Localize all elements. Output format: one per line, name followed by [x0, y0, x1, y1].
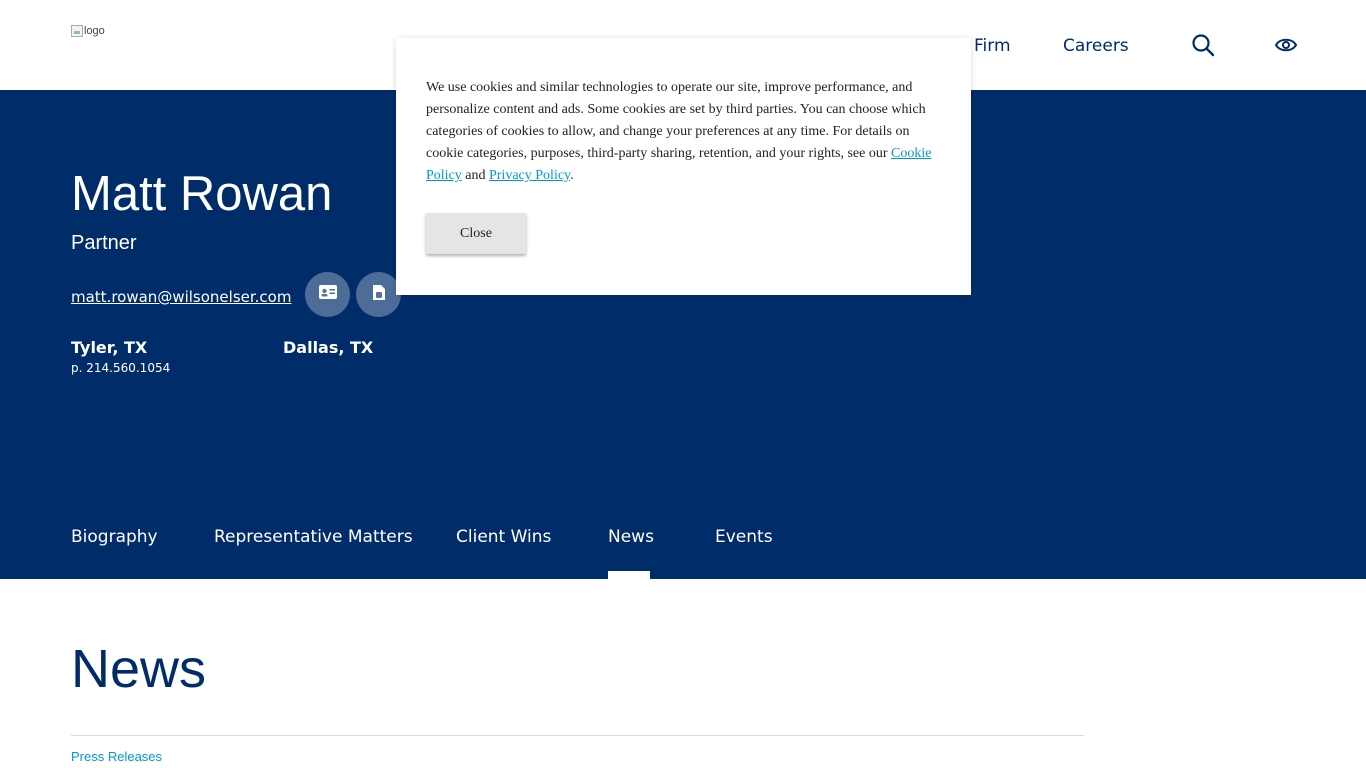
cookie-consent-dialog: We use cookies and similar technologies …	[396, 38, 971, 295]
tab-news[interactable]: News	[608, 527, 654, 547]
close-button[interactable]: Close	[426, 213, 526, 254]
nav-careers[interactable]: Careers	[1063, 36, 1129, 56]
tab-client-wins[interactable]: Client Wins	[456, 527, 551, 547]
vcard-icon	[318, 284, 338, 305]
nav-firm[interactable]: Firm	[974, 36, 1011, 56]
attorney-title: Partner	[71, 232, 137, 254]
pdf-button[interactable]	[356, 272, 401, 317]
document-icon	[372, 284, 386, 306]
cookie-text-body: We use cookies and similar technologies …	[426, 80, 926, 161]
email-link[interactable]: matt.rowan@wilsonelser.com	[71, 288, 291, 306]
cookie-text-period: .	[570, 168, 574, 183]
broken-image-icon	[71, 25, 83, 37]
attorney-name: Matt Rowan	[71, 167, 333, 221]
active-tab-indicator	[608, 571, 650, 579]
vcard-button[interactable]	[305, 272, 350, 317]
location-tyler[interactable]: Tyler, TX	[71, 338, 147, 357]
section-title: News	[71, 639, 207, 699]
cookie-text: We use cookies and similar technologies …	[426, 77, 936, 187]
tab-biography[interactable]: Biography	[71, 527, 158, 547]
tab-representative-matters[interactable]: Representative Matters	[214, 527, 413, 547]
category-link[interactable]: Press Releases	[71, 749, 162, 764]
logo[interactable]: logo	[71, 25, 105, 37]
tab-events[interactable]: Events	[715, 527, 773, 547]
logo-alt-text: logo	[84, 25, 105, 37]
cookie-text-and: and	[461, 168, 489, 183]
divider	[71, 735, 1084, 736]
privacy-policy-link[interactable]: Privacy Policy	[489, 168, 570, 183]
location-dallas[interactable]: Dallas, TX	[283, 338, 373, 357]
eye-icon[interactable]	[1274, 33, 1298, 57]
phone-number[interactable]: p. 214.560.1054	[71, 361, 170, 375]
search-icon[interactable]	[1191, 33, 1215, 57]
